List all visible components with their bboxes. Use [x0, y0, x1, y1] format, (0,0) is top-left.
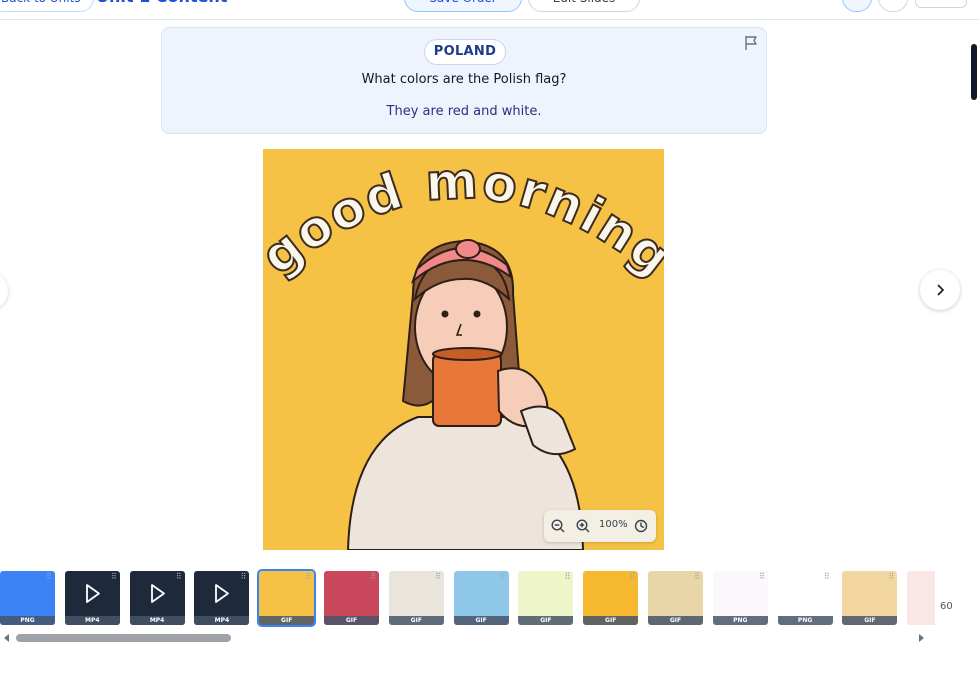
horizontal-scrollbar[interactable] [0, 630, 932, 646]
zoom-in-icon[interactable] [575, 518, 591, 534]
scroll-left-icon[interactable] [2, 633, 12, 643]
filmstrip-thumbnail[interactable]: ⠿ GIF [257, 569, 317, 627]
filmstrip-thumbnail[interactable]: ⠿ [907, 571, 935, 625]
horizontal-scrollbar-thumb[interactable] [16, 634, 231, 642]
filmstrip-thumbnail[interactable]: ⠿ PNG [0, 571, 55, 625]
thumbnail-type-label: PNG [712, 616, 768, 625]
filmstrip-thumbnail[interactable]: ⠿ GIF [842, 571, 898, 625]
drag-handle-icon[interactable]: ⠿ [759, 573, 765, 581]
drag-handle-icon[interactable]: ⠿ [500, 573, 506, 581]
filmstrip-thumbnail[interactable]: ⠿ MP4 [64, 571, 120, 625]
filmstrip-thumbnail[interactable]: ⠿ PNG [777, 571, 833, 625]
answer-text: They are red and white. [386, 104, 542, 119]
thumbnail-type-label: GIF [583, 616, 639, 625]
filmstrip-thumbnail[interactable]: ⠿ GIF [453, 571, 509, 625]
drag-handle-icon[interactable]: ⠿ [241, 573, 247, 581]
slide-filmstrip: ⠿ PNG ⠿ MP4 ⠿ MP4 ⠿ MP4 ⠿ GIF ⠿ GIF ⠿ GIF ⠿ GIF ⠿ GIF ⠿ GIF… [0, 568, 935, 630]
filmstrip-thumbnail[interactable]: ⠿ GIF [583, 571, 639, 625]
good-morning-illustration: good morning [263, 149, 664, 550]
refresh-button[interactable] [878, 0, 908, 12]
save-order-button[interactable]: Save Order [404, 0, 522, 12]
filmstrip-thumbnail[interactable]: ⠿ GIF [648, 571, 703, 625]
drag-handle-icon[interactable]: ⠿ [435, 573, 441, 581]
zoom-out-icon[interactable] [550, 518, 566, 534]
thumbnail-type-label: PNG [0, 616, 55, 625]
top-bar: Back to Units Unit 1 Content Save Order … [0, 0, 979, 20]
drag-handle-icon[interactable]: ⠿ [305, 573, 311, 581]
drag-handle-icon[interactable]: ⠿ [565, 573, 571, 581]
thumbnail-type-label: GIF [842, 616, 898, 625]
country-badge: POLAND [424, 39, 506, 65]
edit-slides-button[interactable]: Edit Slides [528, 0, 640, 12]
slide-count: 60 [940, 601, 953, 612]
drag-handle-icon[interactable]: ⠿ [824, 573, 830, 581]
next-slide-button[interactable] [920, 270, 960, 310]
zoom-toolbar: 100% [544, 510, 656, 542]
reset-zoom-icon[interactable] [633, 518, 649, 534]
back-to-units-button[interactable]: Back to Units [0, 0, 94, 12]
filmstrip-thumbnail[interactable]: ⠿ GIF [388, 571, 444, 625]
drag-handle-icon[interactable]: ⠿ [889, 573, 895, 581]
filmstrip-thumbnail[interactable]: ⠿ GIF [324, 571, 379, 625]
drag-handle-icon[interactable]: ⠿ [46, 573, 52, 581]
filmstrip-thumbnail[interactable]: ⠿ GIF [518, 571, 574, 625]
vertical-scrollbar[interactable] [970, 20, 977, 620]
question-text: What colors are the Polish flag? [361, 72, 567, 87]
thumbnail-type-label: MP4 [64, 616, 120, 625]
thumbnail-type-label: MP4 [129, 616, 185, 625]
page-title: Unit 1 Content [96, 0, 227, 8]
thumbnail-type-label: GIF [518, 616, 574, 625]
previous-slide-button[interactable] [0, 272, 8, 310]
view-toggle-button[interactable] [842, 0, 872, 12]
thumbnail-type-label: MP4 [194, 616, 250, 625]
drag-handle-icon[interactable]: ⠿ [694, 573, 700, 581]
thumbnail-type-label: GIF [324, 616, 379, 625]
scroll-right-icon[interactable] [916, 633, 926, 643]
slide-image: good morning [263, 149, 664, 550]
zoom-level: 100% [599, 519, 628, 530]
filmstrip-thumbnail[interactable]: ⠿ MP4 [129, 571, 185, 625]
vertical-scrollbar-thumb[interactable] [971, 44, 977, 100]
thumbnail-type-label: GIF [388, 616, 444, 625]
drag-handle-icon[interactable]: ⠿ [176, 573, 182, 581]
flag-icon[interactable] [742, 34, 760, 52]
thumbnail-type-label: GIF [648, 616, 703, 625]
filmstrip-thumbnail[interactable]: ⠿ MP4 [194, 571, 250, 625]
menu-button[interactable] [915, 0, 967, 8]
question-card: POLAND What colors are the Polish flag? … [161, 27, 767, 134]
chevron-right-icon [937, 284, 945, 296]
filmstrip-thumbnail[interactable]: ⠿ PNG [712, 571, 768, 625]
drag-handle-icon[interactable]: ⠿ [629, 573, 635, 581]
thumbnail-type-label: GIF [259, 616, 315, 625]
drag-handle-icon[interactable]: ⠿ [370, 573, 376, 581]
drag-handle-icon[interactable]: ⠿ [111, 573, 117, 581]
thumbnail-type-label: PNG [777, 616, 833, 625]
thumbnail-type-label: GIF [453, 616, 509, 625]
